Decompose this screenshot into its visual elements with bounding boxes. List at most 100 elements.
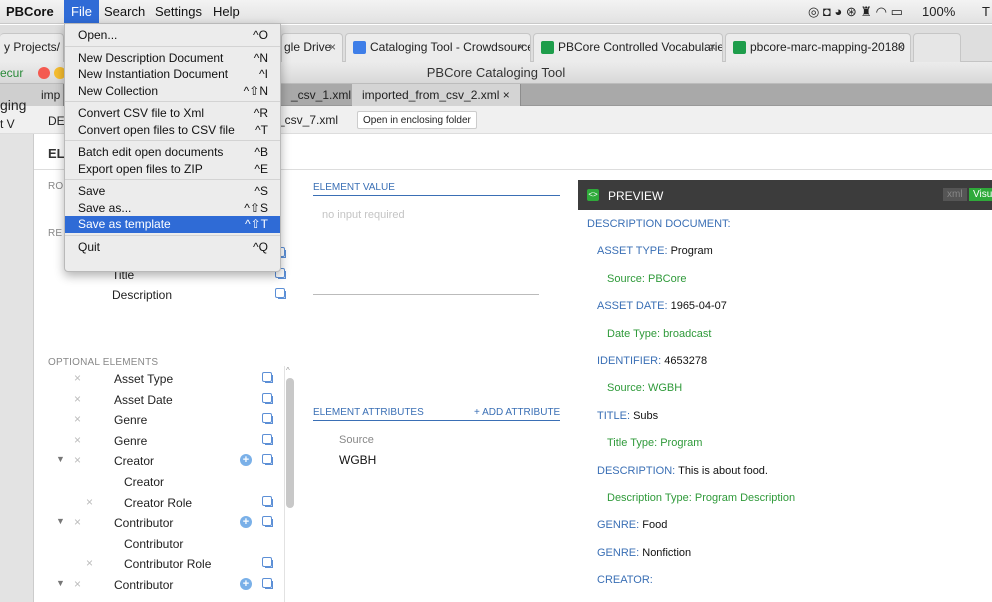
scrollbar[interactable]: ^ (284, 366, 294, 602)
visual-toggle[interactable]: Visual (969, 188, 992, 201)
add-attribute-button[interactable]: + ADD ATTRIBUTE (474, 407, 560, 418)
copy-icon[interactable] (275, 288, 286, 299)
element-label: Description (112, 288, 173, 302)
element-label: Genre (114, 413, 148, 427)
optional-element-row[interactable]: Contributor (34, 534, 284, 554)
copy-icon[interactable] (262, 496, 273, 507)
menu-item[interactable]: Open... ^O (65, 27, 280, 44)
browser-tab[interactable]: pbcore-marc-mapping-20180 × (725, 33, 911, 62)
preview-value: This is about food. (678, 465, 768, 477)
element-value-placeholder[interactable]: no input required (322, 209, 405, 221)
tray-icons[interactable]: ◎ ◘ ◕ ⊛ ♜ ◠ ▭ (808, 4, 903, 20)
file-tab-active[interactable]: imported_from_csv_2.xml × (352, 84, 521, 106)
optional-element-row[interactable]: × Contributor Role (34, 554, 284, 574)
preview-value: 4653278 (664, 355, 708, 367)
preview-line: Source: WGBH (607, 382, 682, 394)
browser-tab[interactable]: y Projects/ (0, 33, 64, 62)
browser-tab-label: gle Drive (284, 40, 332, 54)
close-icon[interactable]: × (517, 34, 524, 61)
menu-item[interactable]: Save as template ^⇧T (65, 216, 280, 233)
remove-icon[interactable]: × (74, 412, 81, 426)
preview-key: ASSET DATE: (597, 300, 668, 312)
menu-item[interactable]: Export open files to ZIP ^E (65, 161, 280, 178)
optional-element-row[interactable]: × Genre (34, 431, 284, 451)
copy-icon[interactable] (262, 516, 273, 527)
remove-icon[interactable]: × (86, 556, 93, 570)
copy-icon[interactable] (262, 578, 273, 589)
add-child-icon[interactable]: + (240, 516, 252, 528)
preview-line: ASSET DATE: 1965-04-07 (597, 300, 727, 312)
menubar-settings[interactable]: Settings (155, 4, 202, 19)
sliver-text: t V (0, 117, 15, 131)
close-icon[interactable]: × (897, 34, 904, 61)
optional-element-row[interactable]: × Genre (34, 410, 284, 430)
menu-item[interactable]: Convert open files to CSV file ^T (65, 122, 280, 139)
copy-icon[interactable] (262, 372, 273, 383)
menu-separator (65, 140, 280, 141)
optional-element-row[interactable]: ▼ × Creator + (34, 451, 284, 471)
menu-item[interactable]: New Instantiation Document ^I (65, 66, 280, 83)
menu-item[interactable]: New Collection ^⇧N (65, 83, 280, 100)
menu-item-shortcut: ^N (253, 50, 268, 65)
preview-value: Subs (633, 410, 659, 422)
browser-tab[interactable]: Cataloging Tool - Crowdsource × (345, 33, 531, 62)
menu-item[interactable]: Batch edit open documents ^B (65, 144, 280, 161)
scroll-up-icon[interactable]: ^ (286, 366, 290, 375)
menubar-file[interactable]: File (64, 0, 99, 24)
close-icon[interactable]: × (709, 34, 716, 61)
remove-icon[interactable]: × (74, 433, 81, 447)
menubar-search[interactable]: Search (104, 4, 145, 19)
preview-line: GENRE: Food (597, 519, 667, 531)
close-window-icon[interactable] (38, 67, 50, 79)
open-in-folder-button[interactable]: Open in enclosing folder (357, 111, 477, 129)
header-underline (313, 420, 560, 421)
browser-tab-label: PBCore Controlled Vocabularie (558, 40, 723, 54)
expand-triangle-icon[interactable]: ▼ (56, 516, 65, 526)
copy-icon[interactable] (262, 454, 273, 465)
remove-icon[interactable]: × (74, 392, 81, 406)
expand-triangle-icon[interactable]: ▼ (56, 454, 65, 464)
expand-triangle-icon[interactable]: ▼ (56, 578, 65, 588)
optional-element-row[interactable]: × Asset Type (34, 369, 284, 389)
browser-tab[interactable]: PBCore Controlled Vocabularie × (533, 33, 723, 62)
copy-icon[interactable] (262, 413, 273, 424)
file-menu: Open... ^O New Description Document ^N New I… (64, 23, 281, 272)
new-tab-button[interactable] (913, 33, 961, 62)
window-title: PBCore Cataloging Tool (426, 65, 566, 80)
optional-element-row[interactable]: ▼ × Contributor + (34, 575, 284, 595)
remove-icon[interactable]: × (86, 495, 93, 509)
remove-icon[interactable]: × (74, 371, 81, 385)
optional-element-row[interactable]: ▼ × Contributor + (34, 513, 284, 533)
menu-item[interactable]: Save as... ^⇧S (65, 200, 280, 217)
menu-item-label: Batch edit open documents (78, 145, 224, 159)
preview-key: Source: (607, 382, 645, 394)
scrollbar-thumb[interactable] (286, 378, 294, 508)
attribute-value[interactable]: WGBH (339, 453, 376, 467)
remove-icon[interactable]: × (74, 515, 81, 529)
remove-icon[interactable]: × (74, 453, 81, 467)
browser-tab[interactable]: gle Drive × (281, 33, 343, 62)
optional-element-row[interactable]: Creator (34, 472, 284, 492)
attribute-label: Source (339, 434, 374, 446)
copy-icon[interactable] (262, 393, 273, 404)
required-element-row[interactable]: Description (34, 285, 294, 305)
close-icon[interactable]: × (329, 34, 336, 61)
optional-element-row[interactable]: × Creator Role (34, 493, 284, 513)
copy-icon[interactable] (262, 434, 273, 445)
preview-key: ASSET TYPE: (597, 245, 668, 257)
optional-element-row[interactable]: × Asset Date (34, 390, 284, 410)
menu-item[interactable]: Save ^S (65, 183, 280, 200)
menubar-app-name[interactable]: PBCore (6, 4, 54, 19)
add-child-icon[interactable]: + (240, 578, 252, 590)
preview-line: DESCRIPTION: This is about food. (597, 465, 768, 477)
menu-item[interactable]: Quit ^Q (65, 239, 280, 256)
menu-item[interactable]: New Description Document ^N (65, 50, 280, 67)
copy-icon[interactable] (262, 557, 273, 568)
remove-icon[interactable]: × (74, 577, 81, 591)
add-child-icon[interactable]: + (240, 454, 252, 466)
preview-value: Program (660, 437, 703, 449)
preview-line: Date Type: broadcast (607, 328, 711, 340)
xml-toggle[interactable]: xml (943, 188, 967, 201)
menu-item[interactable]: Convert CSV file to Xml ^R (65, 105, 280, 122)
menubar-help[interactable]: Help (213, 4, 240, 19)
